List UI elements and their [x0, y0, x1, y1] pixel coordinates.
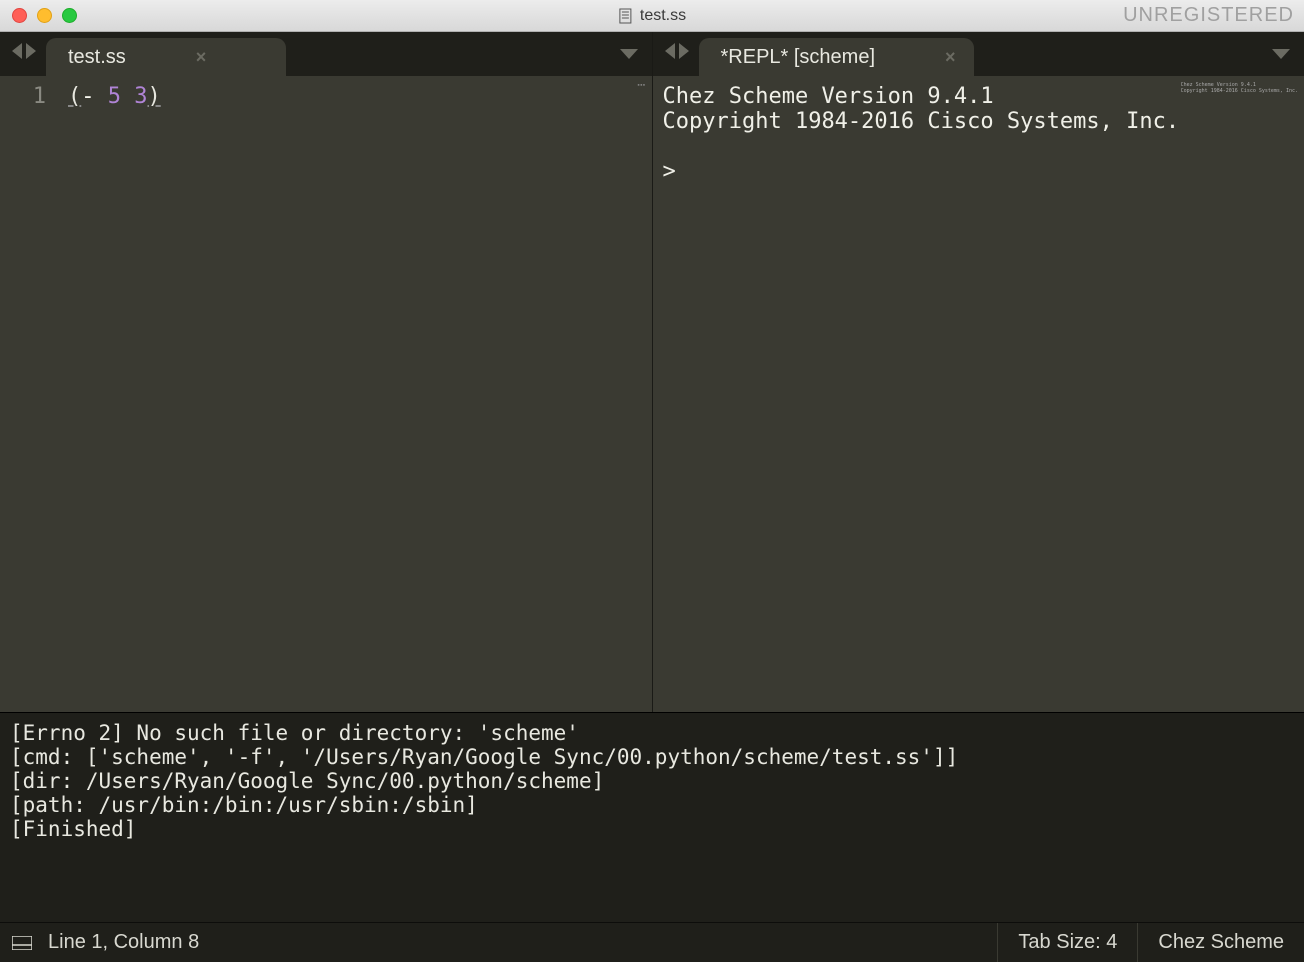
zoom-window-button[interactable]	[62, 8, 77, 23]
tab-history-nav	[661, 32, 699, 76]
traffic-lights	[0, 8, 77, 23]
minimap-preview: ▪▪▪	[637, 82, 645, 87]
operator: -	[81, 84, 94, 109]
nav-forward-icon[interactable]	[26, 43, 36, 59]
minimize-window-button[interactable]	[37, 8, 52, 23]
code-body[interactable]: (- 5 3)	[58, 76, 562, 712]
cursor-position[interactable]: Line 1, Column 8	[44, 931, 199, 954]
tab-test-ss[interactable]: test.ss ×	[46, 38, 286, 76]
tab-history-nav	[8, 32, 46, 76]
syntax-selector[interactable]: Chez Scheme	[1137, 923, 1304, 962]
build-line: [Errno 2] No such file or directory: 'sc…	[10, 721, 579, 745]
document-icon	[618, 8, 634, 24]
tab-dropdown-icon[interactable]	[620, 49, 638, 59]
number-literal: 5	[108, 84, 121, 109]
window-title-text: test.ss	[640, 7, 686, 25]
build-output-panel[interactable]: [Errno 2] No such file or directory: 'sc…	[0, 712, 1304, 922]
status-bar: Line 1, Column 8 Tab Size: 4 Chez Scheme	[0, 922, 1304, 962]
build-line: [cmd: ['scheme', '-f', '/Users/Ryan/Goog…	[10, 745, 958, 769]
repl-line: Copyright 1984-2016 Cisco Systems, Inc.	[663, 109, 1180, 134]
number-literal: 3	[134, 84, 147, 109]
minimap-preview: Chez Scheme Version 9.4.1Copyright 1984-…	[1181, 82, 1298, 94]
close-tab-icon[interactable]: ×	[196, 47, 207, 68]
nav-forward-icon[interactable]	[679, 43, 689, 59]
window-title: test.ss	[618, 7, 686, 25]
repl-body[interactable]: Chez Scheme Version 9.4.1 Copyright 1984…	[653, 76, 1304, 712]
nav-back-icon[interactable]	[665, 43, 675, 59]
line-gutter: 1	[0, 76, 58, 712]
build-line: [path: /usr/bin:/bin:/usr/sbin:/sbin]	[10, 793, 478, 817]
editor-left[interactable]: 1 (- 5 3) ▪▪▪	[0, 76, 652, 712]
tab-dropdown-icon[interactable]	[1272, 49, 1290, 59]
repl-line: Chez Scheme Version 9.4.1	[663, 84, 994, 109]
tab-bar-left: test.ss ×	[0, 32, 652, 76]
title-bar: test.ss UNREGISTERED	[0, 0, 1304, 32]
panel-switcher-icon[interactable]	[0, 936, 44, 950]
tab-bar-right: *REPL* [scheme] ×	[653, 32, 1304, 76]
pane-right: *REPL* [scheme] × Chez Scheme Version 9.…	[653, 32, 1304, 712]
minimap[interactable]: ▪▪▪	[562, 76, 652, 712]
close-tab-icon[interactable]: ×	[945, 47, 956, 68]
build-line: [dir: /Users/Ryan/Google Sync/00.python/…	[10, 769, 604, 793]
paren-close: )	[148, 84, 161, 109]
tab-repl[interactable]: *REPL* [scheme] ×	[699, 38, 974, 76]
build-line: [Finished]	[10, 817, 136, 841]
pane-left: test.ss × 1 (- 5 3) ▪▪▪	[0, 32, 653, 712]
repl-prompt: >	[663, 159, 690, 184]
unregistered-label: UNREGISTERED	[1123, 4, 1294, 27]
close-window-button[interactable]	[12, 8, 27, 23]
paren-open: (	[68, 84, 81, 109]
workspace: test.ss × 1 (- 5 3) ▪▪▪ *REPL* [scheme] …	[0, 32, 1304, 712]
tab-size-selector[interactable]: Tab Size: 4	[997, 923, 1137, 962]
nav-back-icon[interactable]	[12, 43, 22, 59]
line-number: 1	[0, 84, 46, 109]
tab-label: *REPL* [scheme]	[721, 46, 876, 69]
tab-label: test.ss	[68, 46, 126, 69]
